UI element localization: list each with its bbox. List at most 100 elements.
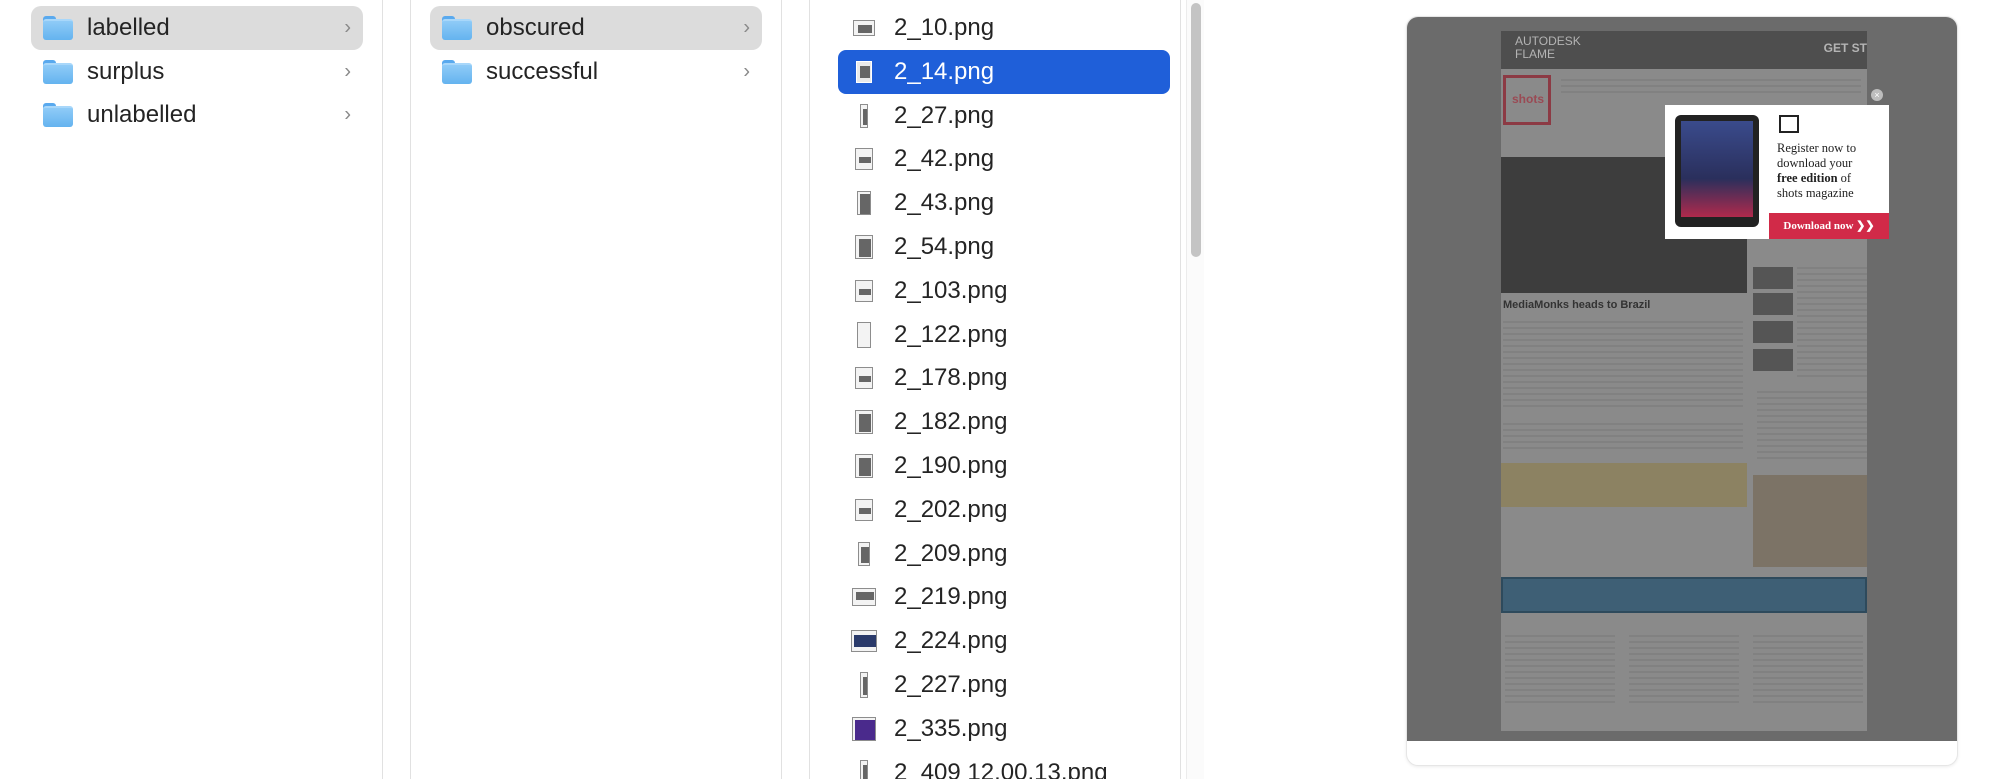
- file-row[interactable]: 2_335.png: [838, 707, 1170, 751]
- folder-surplus[interactable]: surplus ›: [31, 50, 363, 94]
- file-name: 2_14.png: [894, 57, 995, 85]
- file-name: 2_54.png: [894, 233, 995, 260]
- image-thumbnail-icon: [850, 583, 878, 611]
- sidebar-photo: [1753, 475, 1867, 567]
- folder-label: obscured: [486, 14, 585, 41]
- file-row[interactable]: 2_219.png: [838, 575, 1170, 619]
- preview-brand: AUTODESK FLAME: [1515, 35, 1581, 61]
- image-thumbnail-icon: [850, 540, 878, 568]
- image-thumbnail-icon: [850, 408, 878, 436]
- folder-icon: [43, 60, 73, 84]
- folder-label: surplus: [87, 58, 165, 85]
- shots-logo: shots: [1503, 75, 1551, 125]
- sidebar-box-lines: [1757, 391, 1867, 461]
- image-thumbnail-icon: [850, 627, 878, 655]
- file-name: 2_10.png: [894, 14, 995, 41]
- side-thumbnail: [1753, 293, 1793, 315]
- file-row[interactable]: 2_209.png: [838, 532, 1170, 576]
- file-row[interactable]: 2_10.png: [838, 6, 1170, 50]
- folder-labelled[interactable]: labelled ›: [31, 6, 363, 50]
- chevron-right-icon: ›: [743, 60, 750, 83]
- scrollbar-thumb[interactable]: [1191, 3, 1201, 257]
- file-row[interactable]: 2_103.png: [838, 269, 1170, 313]
- image-thumbnail-icon: [850, 58, 878, 86]
- file-row[interactable]: 2_178.png: [838, 356, 1170, 400]
- banner-cta: GET ST: [1823, 41, 1867, 55]
- image-thumbnail-icon: [850, 321, 878, 349]
- column-2-left-divider: [410, 0, 411, 779]
- preview-image: AUTODESK FLAME GET ST shots MediaMonks h…: [1407, 17, 1957, 741]
- chevron-right-icon: ›: [344, 16, 351, 39]
- preview-webpage: AUTODESK FLAME GET ST shots MediaMonks h…: [1501, 31, 1889, 731]
- image-thumbnail-icon: [850, 102, 878, 130]
- column-1-divider[interactable]: [382, 0, 383, 779]
- file-name: 2_227.png: [894, 671, 1008, 698]
- file-name: 2_178.png: [894, 364, 1008, 392]
- logo-text: shots: [1512, 92, 1545, 106]
- footer-column: [1753, 635, 1863, 705]
- chevron-right-icon: ›: [344, 103, 351, 126]
- popup-line: shots magazine: [1777, 186, 1854, 200]
- image-thumbnail-icon: [850, 671, 878, 699]
- file-row[interactable]: 2_54.png: [838, 225, 1170, 269]
- file-row[interactable]: 2_27.png: [838, 94, 1170, 138]
- image-thumbnail-icon: [850, 233, 878, 261]
- file-row[interactable]: 2_409 12.00.13.png: [838, 751, 1170, 779]
- file-name: 2_103.png: [894, 276, 1008, 304]
- folder-successful[interactable]: successful ›: [430, 50, 762, 94]
- image-thumbnail-icon: [850, 364, 878, 392]
- file-row[interactable]: 2_14.png: [838, 49, 1170, 94]
- file-row[interactable]: 2_227.png: [838, 663, 1170, 707]
- file-row[interactable]: 2_224.png: [838, 619, 1170, 663]
- file-name: 2_335.png: [894, 714, 1008, 742]
- image-thumbnail-icon: [850, 145, 878, 173]
- file-name: 2_182.png: [894, 408, 1008, 436]
- info-callout: [1501, 463, 1747, 507]
- file-name: 2_202.png: [894, 495, 1008, 523]
- chevron-right-icon: ›: [743, 16, 750, 39]
- download-button: Download now ❯❯: [1769, 213, 1889, 239]
- folder-icon: [442, 60, 472, 84]
- image-thumbnail-icon: [850, 759, 878, 779]
- close-icon: ×: [1871, 89, 1883, 101]
- column-2-divider[interactable]: [781, 0, 782, 779]
- tablet-image: [1675, 115, 1759, 227]
- sidebar-lines: [1797, 267, 1867, 377]
- file-name: 2_219.png: [894, 583, 1008, 611]
- folder-label: labelled: [87, 14, 170, 41]
- file-name: 2_42.png: [894, 145, 995, 173]
- file-row[interactable]: 2_42.png: [838, 137, 1170, 181]
- file-row[interactable]: 2_43.png: [838, 181, 1170, 225]
- file-name: 2_43.png: [894, 189, 995, 217]
- column-3-left-divider: [809, 0, 810, 779]
- scrollbar[interactable]: [1186, 0, 1204, 779]
- column-3-divider[interactable]: [1180, 0, 1181, 779]
- folder-obscured[interactable]: obscured ›: [430, 6, 762, 50]
- image-thumbnail-icon: [850, 715, 878, 743]
- file-name: 2_122.png: [894, 320, 1008, 348]
- footer-column: [1629, 635, 1739, 705]
- file-name: 2_224.png: [894, 627, 1008, 655]
- folder-label: unlabelled: [87, 101, 197, 128]
- image-thumbnail-icon: [850, 189, 878, 217]
- popup-bold: free edition: [1777, 171, 1838, 185]
- preview-pane: AUTODESK FLAME GET ST shots MediaMonks h…: [1406, 16, 1958, 766]
- folder-label: successful: [486, 58, 599, 85]
- folder-icon: [43, 16, 73, 40]
- file-row[interactable]: 2_182.png: [838, 400, 1170, 444]
- side-thumbnail: [1753, 349, 1793, 371]
- shots-mini-logo: [1779, 115, 1799, 133]
- popup-message: Register now to download your free editi…: [1777, 141, 1883, 201]
- file-name: 2_190.png: [894, 452, 1008, 479]
- folder-unlabelled[interactable]: unlabelled ›: [31, 93, 363, 137]
- folder-icon: [43, 103, 73, 127]
- file-row[interactable]: 2_122.png: [838, 313, 1170, 357]
- file-row[interactable]: 2_202.png: [838, 488, 1170, 532]
- file-row[interactable]: 2_190.png: [838, 444, 1170, 488]
- file-name: 2_409 12.00.13.png: [894, 758, 1108, 779]
- article-headline: MediaMonks heads to Brazil: [1503, 299, 1651, 311]
- bottom-ad-banner: [1501, 577, 1867, 613]
- side-thumbnail: [1753, 321, 1793, 343]
- article-body-lines: [1503, 321, 1743, 411]
- popup-line: download your: [1777, 156, 1853, 170]
